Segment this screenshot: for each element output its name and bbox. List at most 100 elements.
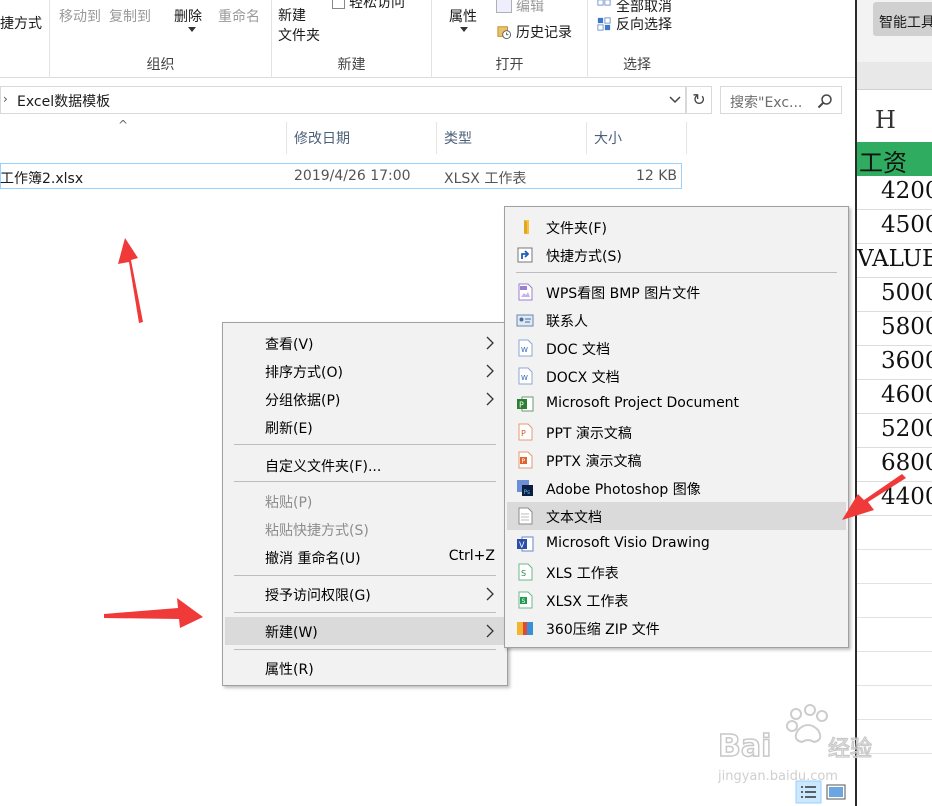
submenu-item-text-document[interactable]: 文本文档 bbox=[507, 502, 846, 530]
submenu-item-photoshop[interactable]: Ps Adobe Photoshop 图像 bbox=[507, 474, 846, 502]
menu-item-group-by[interactable]: 分组依据(P) bbox=[225, 385, 505, 413]
column-separator bbox=[686, 122, 687, 154]
submenu-item-pptx[interactable]: P PPTX 演示文稿 bbox=[507, 446, 846, 474]
paste-shortcut-button[interactable]: 捷方式 bbox=[0, 13, 42, 33]
group-title-organize: 组织 bbox=[146, 57, 175, 73]
visio-icon: V bbox=[517, 536, 534, 552]
spreadsheet-toolbar: 智能工具 bbox=[857, 0, 932, 62]
copy-to-button[interactable]: 复制到 bbox=[109, 6, 151, 26]
smart-tools-button[interactable]: 智能工具 bbox=[873, 2, 932, 36]
history-icon bbox=[497, 26, 511, 39]
svg-text:Ps: Ps bbox=[524, 489, 531, 496]
properties-button[interactable]: 属性 bbox=[449, 6, 477, 26]
bmp-icon bbox=[518, 283, 533, 301]
menu-separator bbox=[516, 272, 837, 273]
submenu-item-bmp[interactable]: WPS看图 BMP 图片文件 bbox=[507, 278, 846, 306]
easy-access-button[interactable]: 轻松访问 bbox=[332, 0, 405, 12]
menu-item-grant-access[interactable]: 授予访问权限(G) bbox=[225, 580, 505, 608]
large-icons-view-icon[interactable] bbox=[826, 784, 846, 800]
chevron-right-icon bbox=[486, 392, 494, 406]
breadcrumb-chevron-icon: › bbox=[3, 92, 8, 106]
submenu-item-shortcut[interactable]: 快捷方式(S) bbox=[507, 241, 846, 269]
breadcrumb-current[interactable]: Excel数据模板 bbox=[17, 91, 110, 111]
menu-item-sort[interactable]: 排序方式(O) bbox=[225, 357, 505, 385]
menu-item-undo-rename[interactable]: 撤消 重命名(U) Ctrl+Z bbox=[225, 543, 505, 571]
cell-salary-header[interactable]: 工资 bbox=[857, 142, 932, 177]
history-button[interactable]: 历史记录 bbox=[496, 22, 572, 42]
properties-chevron-down-icon bbox=[460, 27, 468, 32]
cell-empty[interactable] bbox=[857, 584, 932, 618]
file-row[interactable]: 工作簿2.xlsx 2019/4/26 17:00 XLSX 工作表 12 KB bbox=[0, 163, 682, 189]
cell-empty[interactable] bbox=[857, 652, 932, 686]
menu-item-properties[interactable]: 属性(R) bbox=[225, 654, 505, 682]
cell-value[interactable]: VALUE! bbox=[857, 244, 932, 278]
menu-item-customize-folder[interactable]: 自定义文件夹(F)... bbox=[225, 451, 505, 479]
column-separator bbox=[286, 122, 287, 154]
cell-value[interactable]: 4600 bbox=[857, 380, 932, 414]
svg-text:P: P bbox=[521, 429, 526, 438]
chevron-right-icon bbox=[486, 336, 494, 350]
submenu-item-ppt[interactable]: P PPT 演示文稿 bbox=[507, 418, 846, 446]
column-letter-h[interactable]: H bbox=[857, 102, 932, 142]
watermark-url: jingyan.baidu.com bbox=[718, 769, 838, 784]
submenu-item-doc[interactable]: W DOC 文档 bbox=[507, 334, 846, 362]
submenu-item-docx[interactable]: W DOCX 文档 bbox=[507, 362, 846, 390]
svg-text:W: W bbox=[521, 374, 528, 382]
move-to-button[interactable]: 移动到 bbox=[59, 6, 101, 26]
edit-button[interactable]: 编辑 bbox=[496, 0, 544, 16]
ppt-icon: P bbox=[518, 423, 533, 441]
search-input[interactable]: 搜索"Exc... bbox=[720, 86, 842, 114]
new-folder-button[interactable]: 新建 文件夹 bbox=[278, 6, 320, 46]
menu-item-refresh[interactable]: 刷新(E) bbox=[225, 413, 505, 441]
cell-value[interactable]: 5200 bbox=[857, 414, 932, 448]
annotation-arrow-right bbox=[104, 598, 203, 628]
cell-empty[interactable] bbox=[857, 618, 932, 652]
rename-button[interactable]: 重命名 bbox=[218, 6, 260, 26]
file-type: XLSX 工作表 bbox=[444, 171, 527, 187]
submenu-item-visio[interactable]: V Microsoft Visio Drawing bbox=[507, 530, 846, 558]
column-header-type[interactable]: 类型 bbox=[444, 128, 472, 152]
menu-item-paste-shortcut[interactable]: 粘贴快捷方式(S) bbox=[225, 515, 505, 543]
address-dropdown-chevron-icon[interactable] bbox=[664, 88, 686, 112]
cell-value[interactable]: 4400 bbox=[857, 482, 932, 516]
invert-selection-button[interactable]: 反向选择 bbox=[596, 14, 672, 34]
menu-item-paste[interactable]: 粘贴(P) bbox=[225, 487, 505, 515]
cell-value[interactable]: 5800 bbox=[857, 312, 932, 346]
column-separator bbox=[586, 122, 587, 154]
submenu-item-zip[interactable]: 360压缩 ZIP 文件 bbox=[507, 614, 846, 642]
cell-empty[interactable] bbox=[857, 516, 932, 550]
easy-access-icon bbox=[332, 0, 345, 9]
watermark-brand-cn: 经验 bbox=[828, 737, 872, 762]
photoshop-icon: Ps bbox=[517, 480, 533, 496]
submenu-item-xls[interactable]: S XLS 工作表 bbox=[507, 558, 846, 586]
invert-selection-icon bbox=[597, 17, 611, 31]
cell-value[interactable]: 4500 bbox=[857, 210, 932, 244]
cell-empty[interactable] bbox=[857, 550, 932, 584]
cell-value[interactable]: 6800 bbox=[857, 448, 932, 482]
cell-value[interactable]: 3600 bbox=[857, 346, 932, 380]
ribbon-group-open: 属性 编辑 历史记录 打开 bbox=[432, 0, 588, 78]
column-header-modified[interactable]: 修改日期 bbox=[294, 128, 350, 152]
column-header-size[interactable]: 大小 bbox=[594, 128, 622, 152]
file-modified: 2019/4/26 17:00 bbox=[294, 168, 411, 184]
submenu-item-xlsx[interactable]: S XLSX 工作表 bbox=[507, 586, 846, 614]
svg-text:P: P bbox=[522, 458, 526, 465]
cell-value[interactable]: 4200 bbox=[857, 176, 932, 210]
watermark-brand: Bai bbox=[718, 729, 771, 764]
submenu-item-contact[interactable]: 联系人 bbox=[507, 306, 846, 334]
submenu-item-folder[interactable]: 文件夹(F) bbox=[507, 213, 846, 241]
cell-value[interactable]: 5000 bbox=[857, 278, 932, 312]
shortcut-icon bbox=[517, 247, 533, 263]
doc-icon: W bbox=[518, 339, 533, 357]
address-bar[interactable]: › Excel数据模板 bbox=[0, 86, 686, 114]
menu-item-new[interactable]: 新建(W) bbox=[225, 617, 505, 645]
delete-button[interactable]: 删除 bbox=[174, 6, 202, 26]
svg-text:V: V bbox=[519, 541, 525, 550]
xls-icon: S bbox=[518, 563, 533, 581]
menu-item-view[interactable]: 查看(V) bbox=[225, 329, 505, 357]
svg-text:S: S bbox=[522, 598, 526, 605]
submenu-item-project[interactable]: P Microsoft Project Document bbox=[507, 390, 846, 418]
ribbon-group-select: 全部取消 反向选择 选择 bbox=[588, 0, 686, 78]
menu-separator bbox=[234, 612, 496, 613]
refresh-button[interactable]: ↻ bbox=[686, 86, 712, 114]
